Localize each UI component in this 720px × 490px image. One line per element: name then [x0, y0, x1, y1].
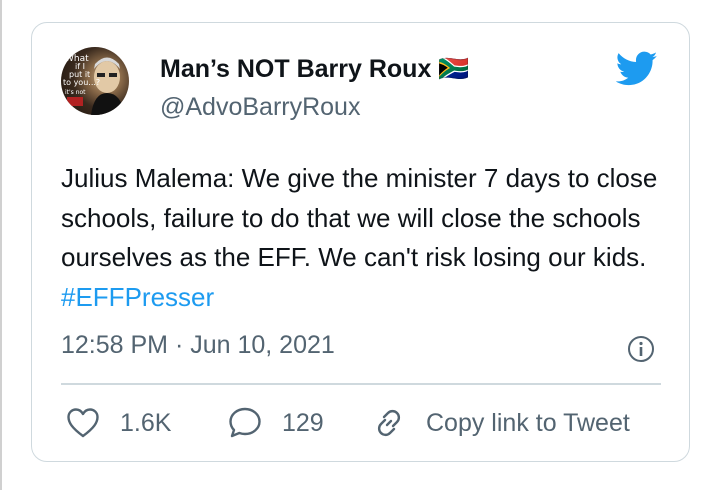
tweet-card[interactable]: What if I put it to you...? it's not Man… — [31, 22, 690, 462]
twitter-bird-icon[interactable] — [616, 51, 658, 87]
tweet-timestamp[interactable]: 12:58 PM · Jun 10, 2021 — [61, 331, 335, 360]
left-edge-line — [0, 0, 2, 490]
info-icon[interactable] — [627, 335, 655, 363]
divider — [61, 383, 661, 385]
reply-count: 129 — [282, 408, 324, 437]
avatar-caption-5: it's not — [65, 89, 86, 96]
reply-bubble-icon — [229, 407, 261, 438]
reply-button[interactable]: 129 — [228, 401, 324, 445]
avatar-image: What if I put it to you...? it's not — [63, 54, 125, 115]
heart-icon — [67, 408, 99, 438]
like-count: 1.6K — [120, 408, 172, 437]
like-button[interactable]: 1.6K — [66, 401, 171, 445]
link-icon — [377, 409, 401, 437]
copy-link-button[interactable]: Copy link to Tweet — [372, 401, 630, 445]
display-name[interactable]: Man’s NOT Barry Roux 🇿🇦 — [160, 55, 469, 84]
tweet-text: Julius Malema: We give the minister 7 da… — [61, 159, 671, 317]
avatar[interactable]: What if I put it to you...? it's not — [61, 47, 129, 115]
copy-link-label: Copy link to Tweet — [426, 408, 630, 437]
hashtag-link[interactable]: #EFFPresser — [61, 282, 214, 312]
user-handle[interactable]: @AdvoBarryRoux — [160, 93, 360, 122]
avatar-caption-4: to you...? — [63, 78, 100, 87]
tweet-text-main: Julius Malema: We give the minister 7 da… — [61, 163, 658, 272]
